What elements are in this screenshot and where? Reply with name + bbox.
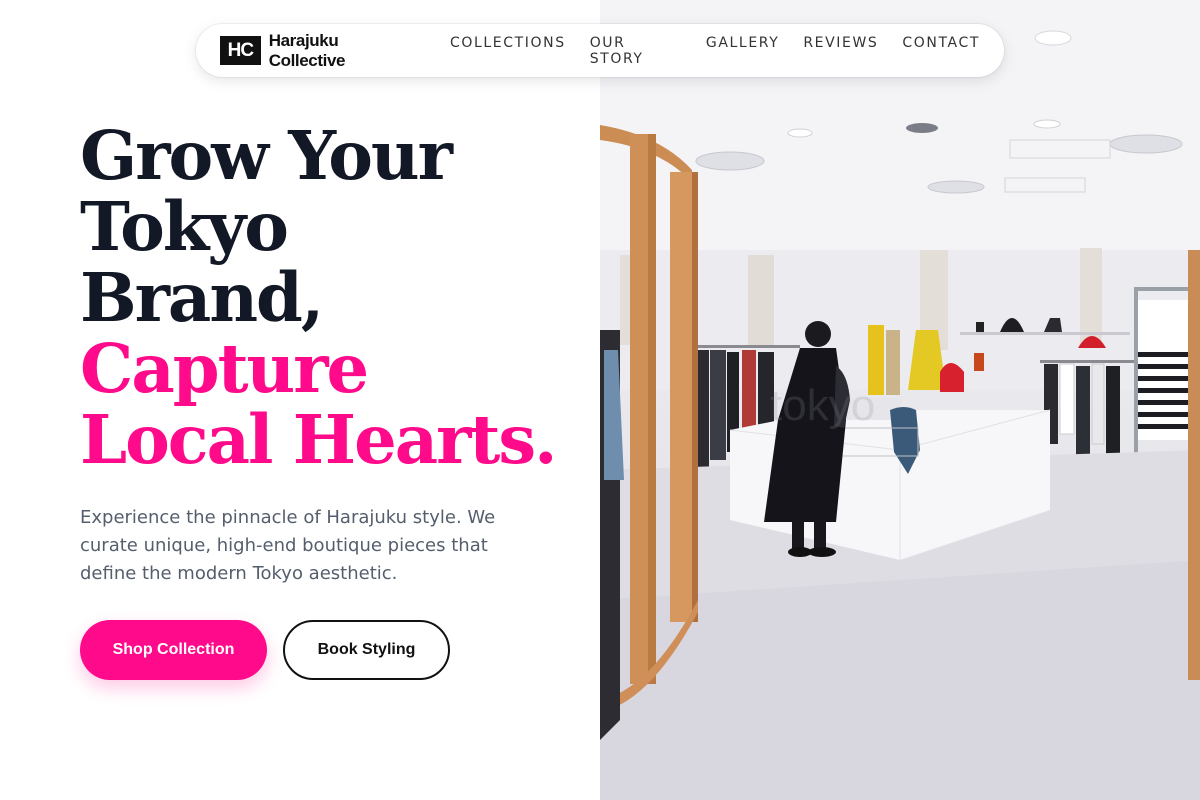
hero-title-line-1: Grow Your — [80, 116, 453, 195]
hero-photo: tokyo — [600, 0, 1200, 800]
hero-title-line-3: Brand, — [80, 258, 324, 337]
hero-title: Grow Your Tokyo Brand, Capture Local Hea… — [80, 120, 580, 475]
nav-link-our-story[interactable]: OUR STORY — [590, 35, 682, 67]
hero-title-line-2: Tokyo — [80, 187, 289, 266]
shop-collection-button[interactable]: Shop Collection — [80, 620, 267, 680]
logo-mark[interactable]: HC — [220, 36, 261, 65]
book-styling-button[interactable]: Book Styling — [283, 620, 450, 680]
nav-links: COLLECTIONS OUR STORY GALLERY REVIEWS CO… — [450, 35, 1004, 67]
nav-link-collections[interactable]: COLLECTIONS — [450, 35, 566, 67]
boutique-illustration: tokyo — [600, 0, 1200, 800]
watermark-text: tokyo — [770, 381, 875, 430]
brand-name[interactable]: Harajuku Collective — [269, 31, 418, 71]
nav-link-reviews[interactable]: REVIEWS — [803, 35, 878, 67]
nav-link-contact[interactable]: CONTACT — [902, 35, 980, 67]
top-navigation: HC Harajuku Collective COLLECTIONS OUR S… — [196, 24, 1004, 77]
hero-title-accent-line-1: Capture — [80, 329, 369, 408]
hero-description: Experience the pinnacle of Harajuku styl… — [80, 507, 496, 584]
nav-link-gallery[interactable]: GALLERY — [706, 35, 779, 67]
hero-title-accent-line-2: Local Hearts. — [80, 400, 557, 479]
